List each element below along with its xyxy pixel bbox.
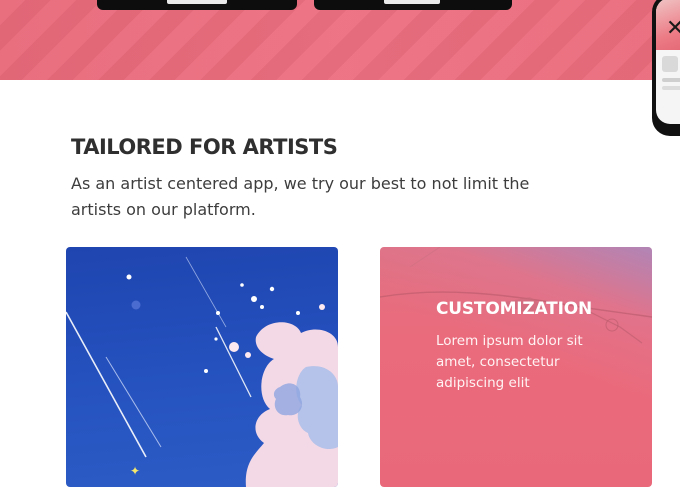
hero-banner xyxy=(0,0,680,80)
app-store-button[interactable] xyxy=(314,0,512,10)
phone-screen: ✕ xyxy=(656,0,680,124)
customization-card[interactable]: CUSTOMIZATION Lorem ipsum dolor sit amet… xyxy=(380,247,652,487)
google-play-icon xyxy=(167,0,227,4)
google-play-button[interactable] xyxy=(97,0,297,10)
section-description: As an artist centered app, we try our be… xyxy=(71,174,530,219)
artwork-card[interactable]: ✦ xyxy=(66,247,338,487)
phone-thumbnail xyxy=(662,56,678,72)
paint-splash-artwork: ✦ xyxy=(66,256,338,487)
app-store-icon xyxy=(384,0,440,4)
phone-text-line xyxy=(662,78,680,82)
card-title: CUSTOMIZATION xyxy=(436,299,592,319)
phone-text-line xyxy=(662,86,680,90)
x-glyph-icon: ✕ xyxy=(666,16,680,41)
phone-mockup: ✕ xyxy=(652,0,680,136)
svg-text:✦: ✦ xyxy=(130,464,140,478)
card-text: Lorem ipsum dolor sit amet, consectetur … xyxy=(436,333,583,391)
section-title: TAILORED FOR ARTISTS xyxy=(71,135,338,159)
